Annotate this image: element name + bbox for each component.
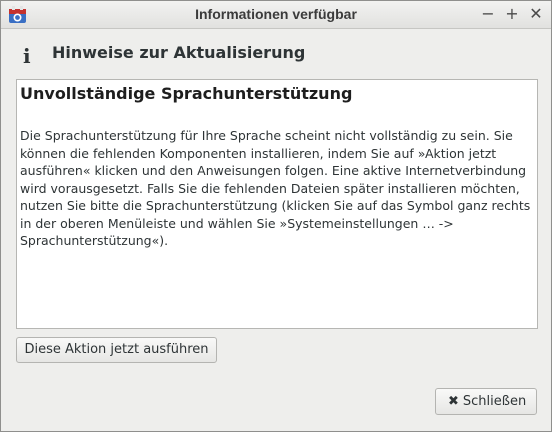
info-icon: i xyxy=(23,44,31,68)
dialog-window: Informationen verfügbar − + ✕ i Hinweise… xyxy=(0,0,552,432)
maximize-button[interactable]: + xyxy=(502,4,522,24)
content-body: Die Sprachunterstützung für Ihre Sprache… xyxy=(20,128,531,248)
info-text-panel[interactable]: Unvollständige Sprachunterstützung Die S… xyxy=(16,79,538,329)
titlebar[interactable]: Informationen verfügbar − + ✕ xyxy=(1,1,551,29)
content-heading: Unvollständige Sprachunterstützung xyxy=(20,84,353,103)
minimize-button[interactable]: − xyxy=(478,4,498,24)
close-button[interactable]: ✖ Schließen xyxy=(435,388,537,415)
page-title: Hinweise zur Aktualisierung xyxy=(52,43,306,62)
close-button-label: Schließen xyxy=(462,394,527,409)
close-window-button[interactable]: ✕ xyxy=(526,4,546,24)
window-title: Informationen verfügbar xyxy=(195,6,357,22)
run-action-button[interactable]: Diese Aktion jetzt ausführen xyxy=(16,337,217,363)
close-icon: ✖ xyxy=(448,394,459,409)
